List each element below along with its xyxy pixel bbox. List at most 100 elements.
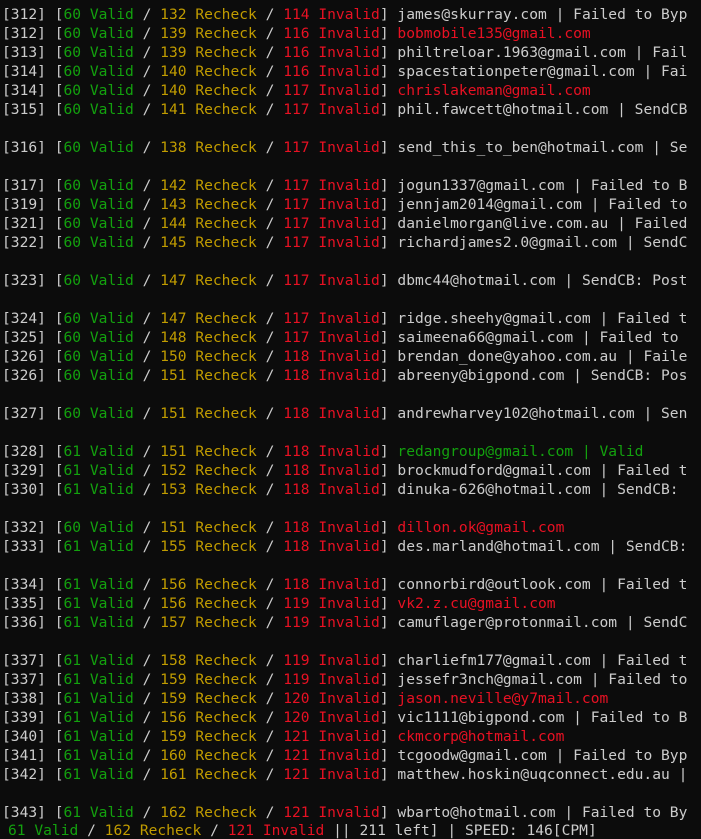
valid-count: 60 Valid [63,348,134,365]
recheck-count: 159 Recheck [160,671,257,688]
invalid-count: 119 Invalid [283,671,380,688]
invalid-count: 117 Invalid [283,139,380,156]
invalid-count: 118 Invalid [283,481,380,498]
email-address: saimeena66@gmail.com [397,329,574,346]
separator: / [133,215,161,232]
result-status: Failed to By [581,804,688,821]
status-left-speed: || 211 left] | SPEED: 146[CPM] [324,822,597,839]
email-address: abreeny@bigpond.com [397,367,565,384]
recheck-count: 151 Recheck [160,367,257,384]
result-status: Se [669,139,688,156]
bracket: ] [379,538,398,555]
recheck-count: 161 Recheck [160,766,257,783]
recheck-count: 144 Recheck [160,215,257,232]
separator: / [133,82,161,99]
log-line: [330] [61 Valid / 153 Recheck / 118 Inva… [2,480,701,499]
result-status: SendCB: [625,538,688,555]
result-status: SendCB: Post [581,272,688,289]
bracket: ] [379,82,398,99]
separator: / [133,139,161,156]
thread-id: [315] [ [2,101,64,118]
separator: / [133,196,161,213]
separator: / [256,101,284,118]
valid-count: 60 Valid [63,63,134,80]
valid-count: 60 Valid [63,367,134,384]
recheck-count: 147 Recheck [160,272,257,289]
result-status: Failed to [608,671,688,688]
recheck-count: 145 Recheck [160,234,257,251]
separator: / [133,747,161,764]
valid-count: 61 Valid [63,709,134,726]
recheck-count: 159 Recheck [160,690,257,707]
valid-count: 60 Valid [63,196,134,213]
valid-count: 61 Valid [63,481,134,498]
status-invalid-count: 121 [227,822,263,839]
separator: / [256,519,284,536]
thread-id: [342] [ [2,766,64,783]
separator: / [256,329,284,346]
valid-count: 61 Valid [63,652,134,669]
status-sep-1: / [78,822,105,839]
status-valid-count: 61 [8,822,35,839]
recheck-count: 151 Recheck [160,443,257,460]
log-line: [326] [60 Valid / 151 Recheck / 118 Inva… [2,366,701,385]
separator: / [133,614,161,631]
thread-id: [319] [ [2,196,64,213]
invalid-count: 116 Invalid [283,44,380,61]
log-line: [327] [60 Valid / 151 Recheck / 118 Inva… [2,404,701,423]
bracket: ] [379,272,398,289]
recheck-count: 139 Recheck [160,44,257,61]
valid-count: 60 Valid [63,519,134,536]
recheck-count: 147 Recheck [160,310,257,327]
separator: / [133,6,161,23]
valid-count: 60 Valid [63,329,134,346]
bracket: ] [379,177,398,194]
valid-count: 61 Valid [63,766,134,783]
pipe: | [617,234,644,251]
bracket: ] [379,804,398,821]
recheck-count: 152 Recheck [160,462,257,479]
recheck-count: 158 Recheck [160,652,257,669]
separator: / [256,6,284,23]
log-line: [329] [61 Valid / 152 Recheck / 118 Inva… [2,461,701,480]
pipe: | [634,63,662,80]
bracket: ] [379,101,398,118]
separator: / [256,481,284,498]
invalid-count: 118 Invalid [283,443,380,460]
result-status: Failed t [617,462,688,479]
separator: / [256,595,284,612]
invalid-count: 121 Invalid [283,766,380,783]
thread-id: [325] [ [2,329,64,346]
email-address: redangroup@gmail.com [397,443,574,460]
thread-id: [332] [ [2,519,64,536]
result-status: Failed to [608,196,688,213]
thread-id: [316] [ [2,139,64,156]
result-status: Failed to B [590,709,688,726]
pipe: | [581,671,609,688]
thread-id: [314] [ [2,82,64,99]
log-line: [342] [61 Valid / 161 Recheck / 121 Inva… [2,765,701,784]
result-status: Failed to Byp [573,6,688,23]
separator: / [256,177,284,194]
result-status: Fail [652,44,688,61]
thread-id: [322] [ [2,234,64,251]
email-address: bobmobile135@gmail.com [397,25,591,42]
result-status: Failed t [617,652,688,669]
valid-count: 60 Valid [63,405,134,422]
bracket: ] [379,44,398,61]
invalid-count: 114 Invalid [283,6,380,23]
separator: / [133,671,161,688]
result-status: SendCB: [617,481,679,498]
bracket: ] [379,443,398,460]
invalid-count: 118 Invalid [283,405,380,422]
email-address: connorbird@outlook.com [397,576,591,593]
pipe: | [617,614,644,631]
email-address: danielmorgan@live.com.au [397,215,609,232]
thread-id: [313] [ [2,44,64,61]
result-status: Valid [599,443,644,460]
separator: / [133,234,161,251]
log-line: [315] [60 Valid / 141 Recheck / 117 Inva… [2,100,701,119]
thread-id: [312] [ [2,6,64,23]
result-status: SendCB: Pos [590,367,688,384]
separator: / [133,272,161,289]
